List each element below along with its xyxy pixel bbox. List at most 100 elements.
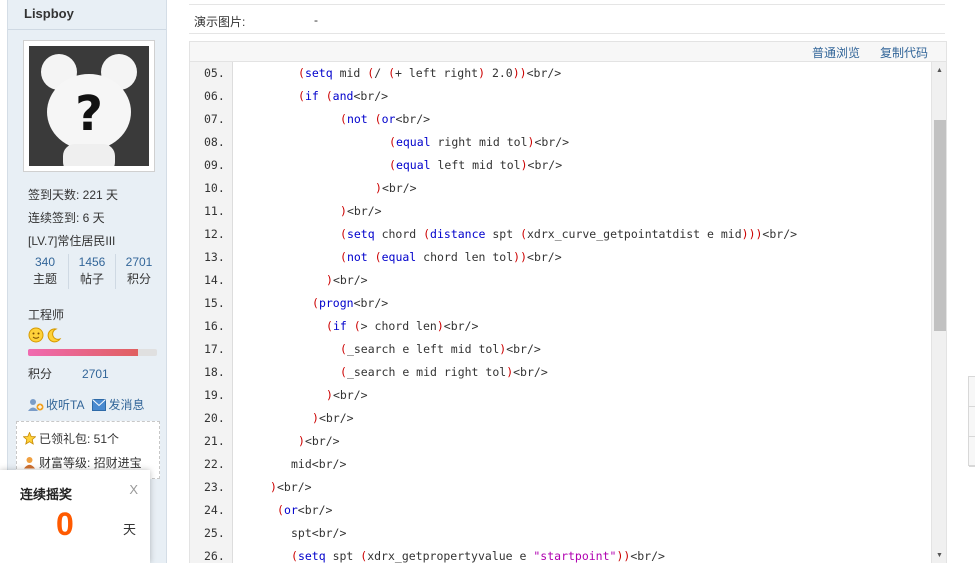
line-code: )<br/>: [270, 480, 312, 494]
side-toolbar-item[interactable]: [969, 377, 975, 407]
code-line: 26. (setq spt (xdrx_getpropertyvalue e "s…: [190, 549, 946, 563]
line-number: 26.: [204, 549, 225, 563]
stat-posts[interactable]: 1456 帖子: [69, 254, 116, 289]
lottery-unit: 天: [123, 522, 137, 537]
vertical-scrollbar[interactable]: ▲ ▼: [931, 62, 946, 563]
post-content: 演示图片: - 普通浏览 复制代码 05. (setq mid (/ (+ lef…: [175, 0, 975, 563]
lottery-close-button[interactable]: X: [129, 482, 138, 497]
line-code: mid<br/>: [291, 457, 347, 471]
code-line: 09. (equal left mid tol)<br/>: [190, 158, 946, 181]
line-code: (_search e left mid tol)<br/>: [340, 342, 541, 356]
code-line: 13. (not (equal chord len tol))<br/>: [190, 250, 946, 273]
line-number: 23.: [204, 480, 225, 494]
user-title: 工程师: [28, 308, 65, 322]
code-line: 21.)<br/>: [190, 434, 946, 457]
follow-button[interactable]: 收听TA: [28, 396, 84, 413]
copy-code-link[interactable]: 复制代码: [880, 44, 928, 61]
avatar-image: ?: [29, 46, 149, 166]
code-line: 17. (_search e left mid tol)<br/>: [190, 342, 946, 365]
code-line: 18. (_search e mid right tol)<br/>: [190, 365, 946, 388]
code-toolbar: 普通浏览 复制代码: [812, 44, 928, 61]
code-line: 25. spt<br/>: [190, 526, 946, 549]
line-code: (if (> chord len)<br/>: [326, 319, 479, 333]
wealth-line: 财富等级: 招财进宝: [23, 454, 142, 471]
wealth-icon: [24, 457, 35, 469]
send-message-label: 发消息: [108, 398, 145, 412]
send-message-button[interactable]: 发消息: [92, 396, 144, 413]
avatar[interactable]: ?: [23, 40, 155, 172]
stat-topics-label: 主题: [32, 272, 57, 286]
medal-icons: [28, 327, 62, 343]
line-number: 15.: [204, 296, 225, 310]
scroll-up-arrow-icon[interactable]: ▲: [932, 63, 946, 77]
side-toolbar-item[interactable]: [969, 407, 975, 437]
code-line: 11.)<br/>: [190, 204, 946, 227]
line-code: )<br/>: [326, 273, 368, 287]
stat-topics-count[interactable]: 340: [22, 254, 68, 270]
code-line: 24. (or<br/>: [190, 503, 946, 526]
stat-credits[interactable]: 2701 积分: [116, 254, 162, 289]
line-code: spt<br/>: [291, 526, 347, 540]
follow-icon: [28, 398, 44, 411]
credit-progress-bar: [28, 349, 157, 356]
plain-view-link[interactable]: 普通浏览: [812, 44, 860, 61]
line-code: (not (or<br/>: [340, 112, 431, 126]
line-code: (if (and<br/>: [298, 89, 389, 103]
line-code: (setq chord (distance spt (xdrx_curve_ge…: [340, 227, 798, 241]
code-line: 10.)<br/>: [190, 181, 946, 204]
user-stats: 340 主题 1456 帖子 2701 积分: [22, 254, 162, 289]
moon-icon: [47, 328, 62, 343]
lottery-title: 连续摇奖: [20, 487, 73, 502]
code-viewer[interactable]: 05. (setq mid (/ (+ left right) 2.0))<br/…: [190, 61, 946, 563]
line-number: 21.: [204, 434, 225, 448]
star-icon: [23, 432, 36, 445]
credit-label: 积分: [28, 367, 53, 381]
line-number: 17.: [204, 342, 225, 356]
line-number: 11.: [204, 204, 225, 218]
side-toolbar[interactable]: [968, 376, 975, 467]
line-number: 24.: [204, 503, 225, 517]
stat-posts-count[interactable]: 1456: [69, 254, 115, 270]
demo-image-label: 演示图片:: [194, 15, 246, 29]
divider: [8, 29, 166, 30]
wealth-level: 财富等级: 招财进宝: [39, 456, 142, 470]
line-number: 08.: [204, 135, 225, 149]
line-code: (progn<br/>: [312, 296, 389, 310]
code-line: 23. )<br/>: [190, 480, 946, 503]
line-code: (_search e mid right tol)<br/>: [340, 365, 548, 379]
line-number: 12.: [204, 227, 225, 241]
line-code: (setq mid (/ (+ left right) 2.0))<br/>: [298, 66, 562, 80]
line-code: (not (equal chord len tol))<br/>: [340, 250, 562, 264]
code-line: 20.)<br/>: [190, 411, 946, 434]
lottery-count: 0: [56, 506, 74, 542]
gift-line: 已领礼包: 51个: [23, 430, 119, 447]
code-line: 05. (setq mid (/ (+ left right) 2.0))<br/…: [190, 66, 946, 89]
svg-text:?: ?: [75, 86, 103, 142]
credit-value: 2701: [82, 367, 109, 381]
side-toolbar-item[interactable]: [969, 437, 975, 467]
line-number: 05.: [204, 66, 225, 80]
stat-credits-count[interactable]: 2701: [116, 254, 162, 270]
sign-days: 签到天数: 221 天: [28, 188, 119, 202]
code-block: 普通浏览 复制代码 05. (setq mid (/ (+ left right)…: [189, 41, 947, 563]
demo-image-row: 演示图片: -: [189, 4, 945, 34]
gift-count: 已领礼包: 51个: [39, 432, 120, 446]
line-code: (or<br/>: [277, 503, 333, 517]
code-line: 06. (if (and<br/>: [190, 89, 946, 112]
code-line: 15. (progn<br/>: [190, 296, 946, 319]
code-line: 22. mid<br/>: [190, 457, 946, 480]
line-number: 18.: [204, 365, 225, 379]
username[interactable]: Lispboy: [24, 6, 74, 21]
user-actions: 收听TA 发消息: [28, 396, 144, 413]
code-line: 08. (equal right mid tol)<br/>: [190, 135, 946, 158]
mail-icon: [92, 398, 107, 411]
line-number: 09.: [204, 158, 225, 172]
scroll-down-arrow-icon[interactable]: ▼: [932, 548, 946, 562]
line-code: )<br/>: [312, 411, 354, 425]
stat-topics[interactable]: 340 主题: [22, 254, 69, 289]
lottery-panel: 连续摇奖 X 0 天: [0, 470, 150, 563]
line-code: (setq spt (xdrx_getpropertyvalue e "star…: [291, 549, 665, 563]
code-line: 14.)<br/>: [190, 273, 946, 296]
scrollbar-thumb[interactable]: [934, 120, 946, 331]
user-level[interactable]: [LV.7]常住居民III: [28, 232, 115, 249]
